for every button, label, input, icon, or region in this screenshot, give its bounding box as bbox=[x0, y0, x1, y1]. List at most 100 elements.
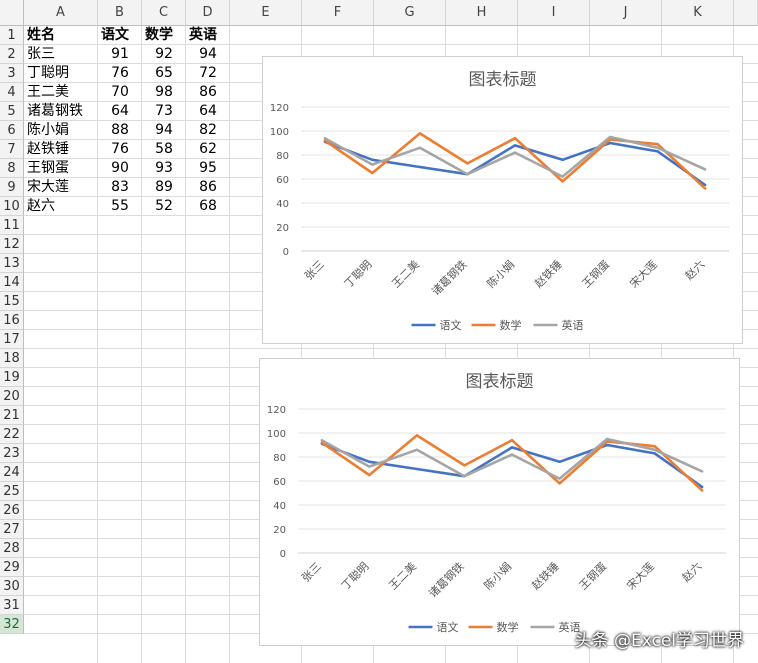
y-tick-label: 120 bbox=[267, 405, 286, 416]
legend-label[interactable]: 语文 bbox=[440, 318, 462, 332]
header-cell[interactable]: 语文 bbox=[98, 26, 145, 45]
data-cell[interactable]: 93 bbox=[142, 159, 186, 178]
column-header-B[interactable]: B bbox=[98, 0, 142, 26]
data-cell[interactable]: 94 bbox=[186, 45, 230, 64]
data-cell[interactable]: 91 bbox=[98, 45, 142, 64]
data-cell[interactable]: 72 bbox=[186, 64, 230, 83]
row-header-8[interactable]: 8 bbox=[0, 159, 24, 178]
row-header-15[interactable]: 15 bbox=[0, 292, 24, 311]
data-cell[interactable]: 70 bbox=[98, 83, 142, 102]
line-chart-1[interactable]: 图表标题 0 20 40 60 80 100 120 张三 丁聪明 王二美 诸葛钢铁 陈小娟 赵铁锤 王钢蛋… bbox=[262, 56, 743, 344]
column-header-E[interactable]: E bbox=[230, 0, 302, 26]
legend-label[interactable]: 语文 bbox=[437, 620, 459, 634]
row-header-22[interactable]: 22 bbox=[0, 425, 24, 444]
data-cell[interactable]: 64 bbox=[186, 102, 230, 121]
data-cell[interactable]: 64 bbox=[98, 102, 142, 121]
row-header-5[interactable]: 5 bbox=[0, 102, 24, 121]
row-header-31[interactable]: 31 bbox=[0, 596, 24, 615]
data-cell[interactable]: 赵铁锤 bbox=[24, 140, 101, 159]
row-header-4[interactable]: 4 bbox=[0, 83, 24, 102]
legend-label[interactable]: 英语 bbox=[562, 318, 584, 332]
row-header-7[interactable]: 7 bbox=[0, 140, 24, 159]
data-cell[interactable]: 90 bbox=[98, 159, 142, 178]
row-header-6[interactable]: 6 bbox=[0, 121, 24, 140]
legend-label[interactable]: 数学 bbox=[497, 620, 519, 634]
row-header-2[interactable]: 2 bbox=[0, 45, 24, 64]
column-header-I[interactable]: I bbox=[518, 0, 590, 26]
data-cell[interactable]: 73 bbox=[142, 102, 186, 121]
row-header-12[interactable]: 12 bbox=[0, 235, 24, 254]
data-cell[interactable]: 89 bbox=[142, 178, 186, 197]
data-cell[interactable]: 82 bbox=[186, 121, 230, 140]
data-point bbox=[418, 146, 422, 149]
header-cell[interactable]: 英语 bbox=[186, 26, 233, 45]
data-cell[interactable]: 丁聪明 bbox=[24, 64, 101, 83]
data-cell[interactable]: 诸葛钢铁 bbox=[24, 102, 101, 121]
data-cell[interactable]: 65 bbox=[142, 64, 186, 83]
legend-label[interactable]: 数学 bbox=[500, 318, 522, 332]
column-header-A[interactable]: A bbox=[24, 0, 98, 26]
row-header-18[interactable]: 18 bbox=[0, 349, 24, 368]
row-header-32[interactable]: 32 bbox=[0, 615, 24, 634]
row-header-14[interactable]: 14 bbox=[0, 273, 24, 292]
row-header-28[interactable]: 28 bbox=[0, 539, 24, 558]
data-cell[interactable]: 62 bbox=[186, 140, 230, 159]
column-header-K[interactable]: K bbox=[662, 0, 734, 26]
data-cell[interactable]: 76 bbox=[98, 64, 142, 83]
data-point bbox=[656, 146, 659, 149]
header-cell[interactable]: 数学 bbox=[142, 26, 189, 45]
data-cell[interactable]: 94 bbox=[142, 121, 186, 140]
data-point bbox=[513, 151, 517, 154]
row-header-30[interactable]: 30 bbox=[0, 577, 24, 596]
row-header-1[interactable]: 1 bbox=[0, 26, 24, 45]
row-header-16[interactable]: 16 bbox=[0, 311, 24, 330]
row-header-21[interactable]: 21 bbox=[0, 406, 24, 425]
data-cell[interactable]: 68 bbox=[186, 197, 230, 216]
data-cell[interactable]: 52 bbox=[142, 197, 186, 216]
row-header-24[interactable]: 24 bbox=[0, 463, 24, 482]
row-header-29[interactable]: 29 bbox=[0, 558, 24, 577]
row-header-10[interactable]: 10 bbox=[0, 197, 24, 216]
data-cell[interactable]: 陈小娟 bbox=[24, 121, 101, 140]
data-cell[interactable]: 95 bbox=[186, 159, 230, 178]
row-header-23[interactable]: 23 bbox=[0, 444, 24, 463]
data-cell[interactable]: 92 bbox=[142, 45, 186, 64]
column-header-F[interactable]: F bbox=[302, 0, 374, 26]
row-header-25[interactable]: 25 bbox=[0, 482, 24, 501]
data-point bbox=[466, 162, 469, 165]
column-header-C[interactable]: C bbox=[142, 0, 186, 26]
select-all-corner[interactable] bbox=[0, 0, 24, 26]
row-header-13[interactable]: 13 bbox=[0, 254, 24, 273]
header-cell[interactable]: 姓名 bbox=[24, 26, 101, 45]
row-header-17[interactable]: 17 bbox=[0, 330, 24, 349]
data-cell[interactable]: 98 bbox=[142, 83, 186, 102]
column-header-D[interactable]: D bbox=[186, 0, 230, 26]
row-header-20[interactable]: 20 bbox=[0, 387, 24, 406]
data-cell[interactable]: 86 bbox=[186, 83, 230, 102]
data-cell[interactable]: 58 bbox=[142, 140, 186, 159]
row-header-11[interactable]: 11 bbox=[0, 216, 24, 235]
data-cell[interactable]: 赵六 bbox=[24, 197, 101, 216]
line-chart-2[interactable]: 图表标题 0 20 40 60 80 100 120 张三 丁聪明 王二美 诸葛钢铁 陈小娟 赵铁锤 王钢蛋… bbox=[259, 358, 740, 646]
column-header-G[interactable]: G bbox=[374, 0, 446, 26]
data-cell[interactable]: 55 bbox=[98, 197, 142, 216]
data-cell[interactable]: 86 bbox=[186, 178, 230, 197]
column-header-J[interactable]: J bbox=[590, 0, 662, 26]
row-header-3[interactable]: 3 bbox=[0, 64, 24, 83]
chart-title[interactable]: 图表标题 bbox=[466, 372, 534, 392]
chart-title[interactable]: 图表标题 bbox=[469, 70, 537, 90]
data-cell[interactable]: 王钢蛋 bbox=[24, 159, 101, 178]
column-header-H[interactable]: H bbox=[446, 0, 518, 26]
data-point bbox=[510, 439, 514, 442]
x-tick-label: 王二美 bbox=[386, 560, 419, 593]
row-header-26[interactable]: 26 bbox=[0, 501, 24, 520]
data-cell[interactable]: 张三 bbox=[24, 45, 101, 64]
data-cell[interactable]: 宋大莲 bbox=[24, 178, 101, 197]
row-header-9[interactable]: 9 bbox=[0, 178, 24, 197]
data-cell[interactable]: 88 bbox=[98, 121, 142, 140]
row-header-19[interactable]: 19 bbox=[0, 368, 24, 387]
data-cell[interactable]: 王二美 bbox=[24, 83, 101, 102]
data-cell[interactable]: 76 bbox=[98, 140, 142, 159]
row-header-27[interactable]: 27 bbox=[0, 520, 24, 539]
data-cell[interactable]: 83 bbox=[98, 178, 142, 197]
